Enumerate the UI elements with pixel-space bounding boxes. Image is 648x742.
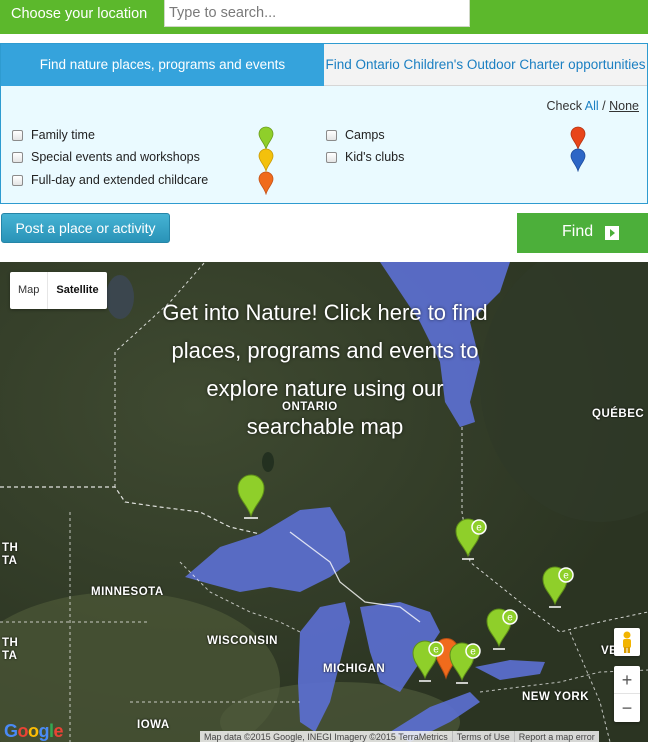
kids-clubs-checkbox[interactable] bbox=[326, 151, 337, 163]
filter-camps[interactable]: Camps bbox=[326, 128, 385, 142]
terms-link[interactable]: Terms of Use bbox=[451, 731, 514, 742]
childcare-marker-icon bbox=[258, 171, 274, 195]
camps-checkbox[interactable] bbox=[326, 129, 337, 141]
camps-label: Camps bbox=[345, 128, 385, 142]
filter-kids-clubs[interactable]: Kid's clubs bbox=[326, 150, 404, 164]
label-quebec: QUÉBEC bbox=[592, 408, 645, 420]
report-error-link[interactable]: Report a map error bbox=[513, 731, 599, 742]
filter-family-time[interactable]: Family time bbox=[12, 128, 95, 142]
pin-badge: e bbox=[433, 645, 439, 656]
special-events-label: Special events and workshops bbox=[31, 150, 200, 164]
tab-nature-places[interactable]: Find nature places, programs and events bbox=[1, 44, 324, 86]
filter-childcare[interactable]: Full-day and extended childcare bbox=[12, 173, 208, 187]
family-time-checkbox[interactable] bbox=[12, 129, 23, 141]
map-pin-family-time-e-east[interactable]: e bbox=[541, 566, 575, 612]
childcare-label: Full-day and extended childcare bbox=[31, 173, 209, 187]
pin-badge: e bbox=[507, 613, 513, 624]
map-pin-family-time-e-cluster[interactable]: e bbox=[448, 642, 482, 688]
attribution-data: Map data ©2015 Google, INEGI Imagery ©20… bbox=[204, 732, 448, 742]
arrow-right-icon bbox=[605, 226, 619, 240]
zoom-in-button[interactable]: + bbox=[614, 666, 640, 694]
check-all-link[interactable]: All bbox=[585, 99, 599, 113]
pin-badge: e bbox=[470, 647, 476, 658]
street-view-pegman[interactable] bbox=[614, 628, 640, 656]
location-label: Choose your location bbox=[11, 6, 148, 22]
camps-marker-icon bbox=[570, 126, 586, 150]
zoom-control: + − bbox=[614, 666, 640, 722]
pegman-icon bbox=[623, 631, 631, 653]
special-events-marker-icon bbox=[258, 148, 274, 172]
tab-outdoor-charter[interactable]: Find Ontario Children's Outdoor Charter … bbox=[324, 44, 647, 86]
kids-clubs-marker-icon bbox=[570, 148, 586, 172]
map-pin-family-time[interactable] bbox=[236, 474, 266, 522]
special-events-checkbox[interactable] bbox=[12, 151, 23, 163]
location-search-input[interactable] bbox=[164, 0, 470, 27]
label-wisconsin: WISCONSIN bbox=[207, 635, 278, 647]
label-left-partial-1b: TA bbox=[2, 555, 18, 567]
find-button-label: Find bbox=[562, 223, 594, 240]
map-type-map[interactable]: Map bbox=[10, 272, 47, 309]
map-type-satellite[interactable]: Satellite bbox=[47, 272, 106, 309]
zoom-out-button[interactable]: − bbox=[614, 694, 640, 722]
map-attribution: Map data ©2015 Google, INEGI Imagery ©20… bbox=[200, 731, 599, 742]
post-place-button[interactable]: Post a place or activity bbox=[1, 213, 170, 243]
location-search-bar: Choose your location bbox=[0, 0, 648, 34]
find-button[interactable]: Find bbox=[517, 213, 648, 253]
label-left-partial-1a: TH bbox=[2, 542, 19, 554]
check-separator: / bbox=[602, 99, 606, 113]
google-logo[interactable]: Google bbox=[4, 721, 64, 742]
map-pin-family-time-e-mid[interactable]: e bbox=[485, 608, 519, 654]
satellite-map[interactable]: Map Satellite Get into Nature! Click her… bbox=[0, 262, 648, 742]
pin-badge: e bbox=[563, 571, 569, 582]
family-time-marker-icon bbox=[258, 126, 274, 150]
filter-special-events[interactable]: Special events and workshops bbox=[12, 150, 200, 164]
map-pin-family-time-e-south[interactable]: e bbox=[411, 640, 445, 686]
map-type-toggle: Map Satellite bbox=[10, 272, 107, 309]
label-ontario: ONTARIO bbox=[282, 401, 338, 413]
label-left-partial-2b: TA bbox=[2, 650, 18, 662]
label-left-partial-2a: TH bbox=[2, 637, 19, 649]
map-pin-family-time-e[interactable]: e bbox=[454, 518, 488, 562]
label-new-york: NEW YORK bbox=[522, 691, 590, 703]
check-all-none: Check All / None bbox=[547, 99, 639, 113]
label-michigan: MICHIGAN bbox=[323, 663, 386, 675]
childcare-checkbox[interactable] bbox=[12, 174, 23, 186]
label-iowa: IOWA bbox=[137, 719, 170, 731]
check-none-link[interactable]: None bbox=[609, 99, 639, 113]
map-overlay-message[interactable]: Get into Nature! Click here to find plac… bbox=[150, 294, 500, 446]
filter-panel: Find nature places, programs and events … bbox=[0, 43, 648, 204]
kids-clubs-label: Kid's clubs bbox=[345, 150, 405, 164]
label-minnesota: MINNESOTA bbox=[91, 586, 164, 598]
check-prefix: Check bbox=[546, 99, 582, 113]
family-time-label: Family time bbox=[31, 128, 95, 142]
pin-badge: e bbox=[476, 523, 482, 534]
